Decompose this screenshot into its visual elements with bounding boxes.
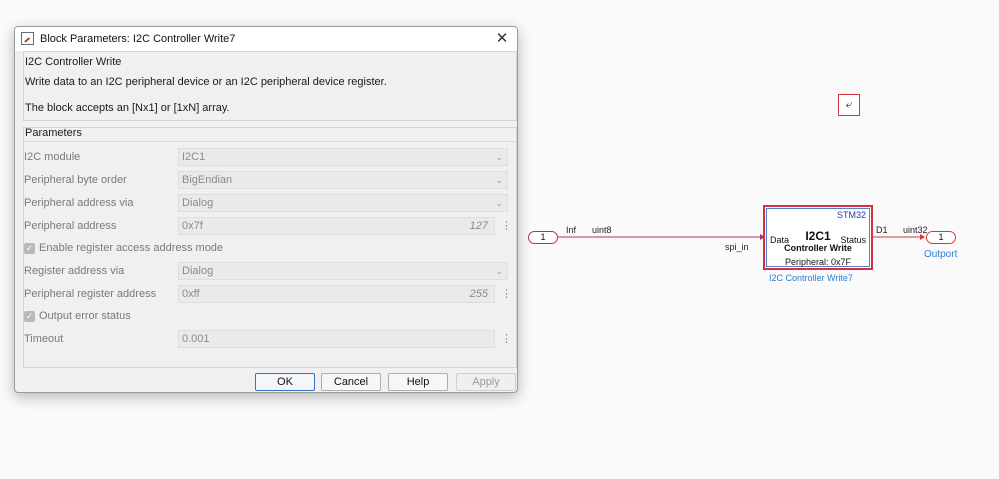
enable-register-checkbox[interactable]: ✓ — [24, 243, 35, 254]
timeout-value: 0.001 — [182, 333, 210, 345]
peripheral-address-label: Peripheral address — [24, 220, 117, 232]
address-via-value: Dialog — [182, 197, 214, 209]
chevron-down-icon: ⌄ — [495, 266, 503, 276]
peripheral-address-more-icon[interactable]: ⋮ — [501, 219, 512, 232]
register-address-value: 0xff — [182, 288, 200, 300]
output-signal-type: uint32 — [903, 225, 928, 235]
output-error-checkbox[interactable]: ✓ — [24, 311, 35, 322]
run-step-icon[interactable]: ⤶ — [838, 94, 860, 116]
block-parameters-dialog: Block Parameters: I2C Controller Write7 … — [14, 26, 518, 393]
description-group: I2C Controller Write Write data to an I2… — [23, 51, 517, 121]
block-subtitle: Controller Write — [784, 243, 852, 253]
parameters-heading: Parameters — [25, 127, 82, 139]
signal-name-label: spi_in — [725, 242, 749, 252]
signal-inf-label: Inf — [566, 225, 577, 235]
chevron-down-icon: ⌄ — [495, 175, 503, 185]
chevron-down-icon: ⌄ — [495, 198, 503, 208]
register-address-decimal: 255 — [469, 288, 488, 300]
i2c-controller-write-block[interactable]: STM32 I2C1 Data Status Controller Write … — [763, 205, 873, 270]
enable-register-label: Enable register access address mode — [39, 242, 224, 254]
help-button[interactable]: Help — [388, 373, 448, 391]
register-address-more-icon[interactable]: ⋮ — [501, 287, 512, 300]
outport-block[interactable]: 1 — [926, 231, 956, 244]
i2c-module-label: I2C module — [24, 151, 81, 163]
block-type-title: I2C Controller Write — [25, 56, 122, 68]
dialog-titlebar[interactable]: Block Parameters: I2C Controller Write7 … — [15, 27, 517, 51]
signal-type-label: uint8 — [592, 225, 612, 235]
target-label: STM32 — [836, 210, 866, 220]
parameters-divider — [24, 141, 516, 142]
address-via-label: Peripheral address via — [24, 197, 134, 209]
block-inner-frame: STM32 I2C1 Data Status Controller Write … — [766, 208, 870, 267]
block-description-line1: Write data to an I2C peripheral device o… — [25, 76, 387, 88]
register-address-label: Peripheral register address — [24, 288, 157, 300]
chevron-down-icon: ⌄ — [495, 152, 503, 162]
dialog-title: Block Parameters: I2C Controller Write7 — [40, 33, 236, 45]
block-description-line2: The block accepts an [Nx1] or [1xN] arra… — [25, 102, 230, 114]
timeout-more-icon[interactable]: ⋮ — [501, 332, 512, 345]
byte-order-value: BigEndian — [182, 174, 233, 186]
inport-block[interactable]: 1 — [528, 231, 558, 244]
peripheral-address-decimal: 127 — [469, 220, 488, 232]
block-peripheral: Peripheral: 0x7F — [784, 257, 852, 267]
register-address-via-value: Dialog — [182, 265, 214, 277]
apply-button[interactable]: Apply — [456, 373, 516, 391]
byte-order-select[interactable]: BigEndian ⌄ — [178, 171, 508, 189]
timeout-input[interactable]: 0.001 — [178, 330, 495, 348]
i2c-module-select[interactable]: I2C1 ⌄ — [178, 148, 508, 166]
ok-button[interactable]: OK — [255, 373, 315, 391]
close-button[interactable]: ✕ — [487, 27, 517, 51]
peripheral-address-value: 0x7f — [182, 220, 203, 232]
address-via-select[interactable]: Dialog ⌄ — [178, 194, 508, 212]
cancel-button[interactable]: Cancel — [321, 373, 381, 391]
register-address-via-label: Register address via — [24, 265, 125, 277]
output-error-label: Output error status — [39, 310, 131, 322]
output-signal-name: D1 — [876, 225, 888, 235]
outport-label[interactable]: Outport — [924, 249, 957, 260]
peripheral-address-input[interactable]: 0x7f 127 — [178, 217, 495, 235]
simulink-app-icon — [21, 32, 34, 45]
block-label[interactable]: I2C Controller Write7 — [769, 273, 853, 283]
byte-order-label: Peripheral byte order — [24, 174, 127, 186]
register-address-via-select[interactable]: Dialog ⌄ — [178, 262, 508, 280]
timeout-label: Timeout — [24, 333, 64, 345]
register-address-input[interactable]: 0xff 255 — [178, 285, 495, 303]
i2c-module-value: I2C1 — [182, 151, 206, 163]
